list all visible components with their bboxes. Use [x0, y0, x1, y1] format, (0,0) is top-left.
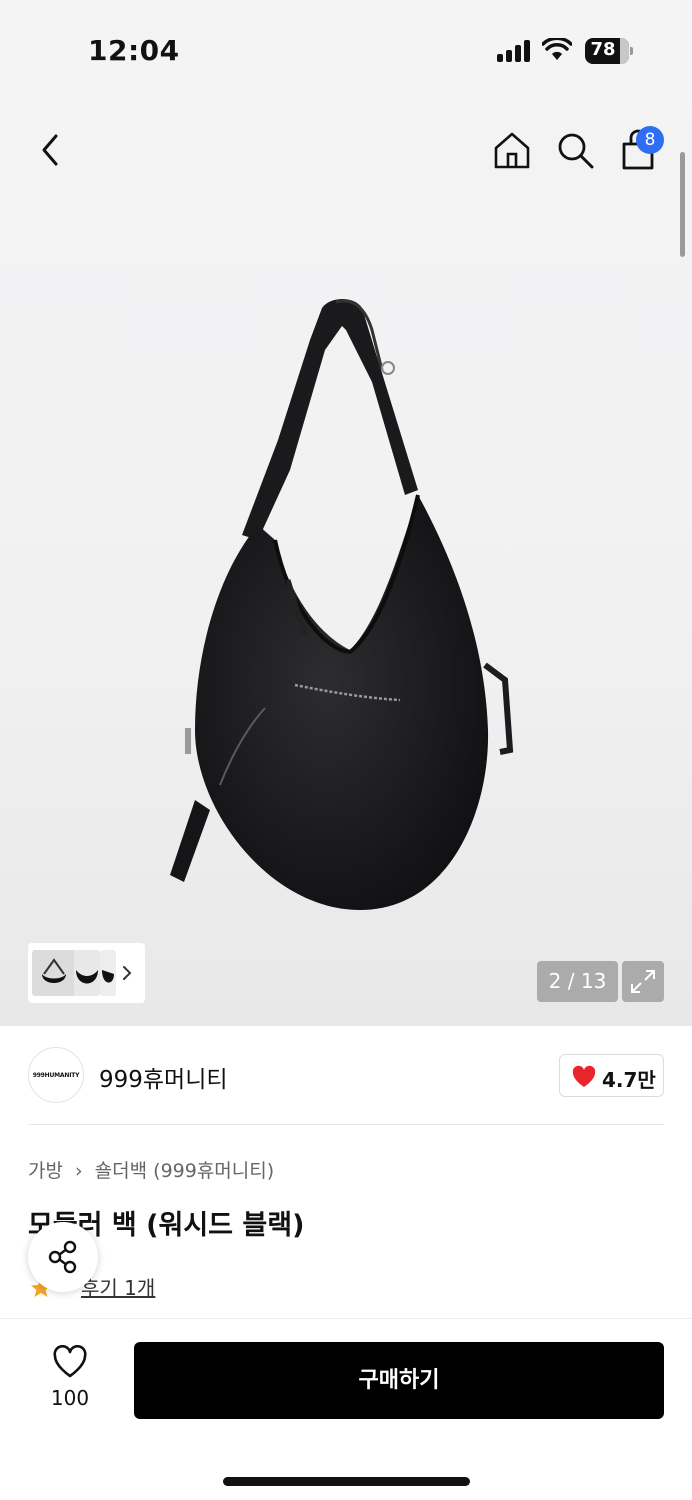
- status-bar: 12:04 78: [0, 0, 692, 100]
- brand-name[interactable]: 999휴머니티: [99, 1060, 228, 1094]
- share-icon: [48, 1240, 77, 1274]
- thumbnail-3[interactable]: [100, 950, 116, 996]
- cellular-signal-icon: [497, 40, 533, 62]
- back-button[interactable]: [30, 130, 70, 170]
- chevron-right-icon: ›: [75, 1160, 83, 1182]
- image-counter: 2 / 13: [537, 961, 618, 1002]
- heart-icon: [572, 1065, 596, 1087]
- chevron-right-icon[interactable]: [118, 960, 136, 986]
- buy-button[interactable]: 구매하기: [134, 1342, 664, 1419]
- thumbnail-2[interactable]: [74, 950, 100, 996]
- cart-count-badge: 8: [636, 126, 664, 154]
- share-button[interactable]: [28, 1222, 98, 1292]
- home-icon[interactable]: [492, 130, 532, 170]
- battery-level: 78: [590, 39, 616, 60]
- breadcrumb: 가방 › 숄더백 (999휴머니티): [28, 1156, 280, 1183]
- heart-icon[interactable]: [52, 1345, 88, 1379]
- scroll-indicator: [680, 152, 685, 257]
- home-indicator: [223, 1477, 470, 1486]
- wish-count: 100: [50, 1386, 90, 1410]
- expand-icon[interactable]: [622, 961, 664, 1002]
- thumbnail-1[interactable]: [32, 950, 76, 996]
- brand-logo[interactable]: 999HUMANITY: [28, 1047, 84, 1103]
- search-icon[interactable]: [555, 130, 595, 170]
- brand-like-button[interactable]: 4.7만: [559, 1054, 664, 1097]
- status-time: 12:04: [88, 34, 180, 67]
- wifi-icon: [542, 38, 572, 60]
- breadcrumb-item-subcategory[interactable]: 숄더백 (999휴머니티): [95, 1160, 275, 1182]
- product-gallery[interactable]: 12:04 78 8 2 / 13: [0, 0, 692, 1026]
- battery-icon: 78: [585, 38, 633, 64]
- breadcrumb-item-category[interactable]: 가방: [28, 1160, 63, 1182]
- divider: [28, 1124, 664, 1125]
- brand-like-count: 4.7만: [602, 1068, 656, 1092]
- product-image-bag: [170, 299, 514, 910]
